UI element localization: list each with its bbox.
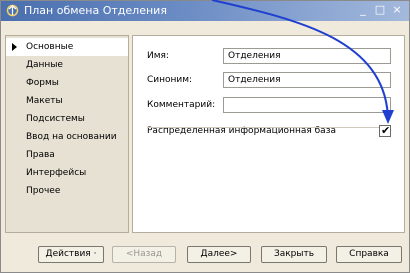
- exchange-plan-icon: [6, 4, 19, 17]
- comment-field[interactable]: [223, 97, 391, 113]
- nav-item-subsystems[interactable]: Подсистемы: [6, 110, 128, 128]
- synonym-field[interactable]: Отделения: [223, 72, 391, 88]
- nav-item-label: Прочее: [26, 186, 61, 196]
- title-bar[interactable]: План обмена Отделения _ □ ×: [1, 1, 409, 21]
- nav-item-label: Данные: [26, 60, 63, 70]
- nav-item-label: Макеты: [26, 96, 63, 106]
- close-window-button[interactable]: ×: [390, 3, 404, 17]
- checkmark-icon: ✔: [381, 124, 391, 137]
- nav-item-label: Интерфейсы: [26, 168, 87, 178]
- synonym-label: Синоним:: [147, 75, 193, 85]
- window-title: План обмена Отделения: [24, 4, 167, 17]
- main-properties-panel: Имя: Отделения Синоним: Отделения Коммен…: [132, 35, 405, 233]
- help-button[interactable]: Справка: [336, 246, 402, 263]
- nav-item-label: Основные: [26, 42, 74, 52]
- nav-item-label: Права: [26, 150, 55, 160]
- nav-item-label: Подсистемы: [26, 114, 85, 124]
- back-button[interactable]: <Назад: [112, 246, 176, 263]
- actions-button[interactable]: Действия ·: [38, 246, 104, 263]
- nav-item-forms[interactable]: Формы: [6, 74, 128, 92]
- nav-item-label: Формы: [26, 78, 59, 88]
- name-field[interactable]: Отделения: [223, 48, 391, 64]
- nav-panel: Основные Данные Формы Макеты Подсистемы …: [5, 35, 129, 233]
- next-button[interactable]: Далее>: [187, 246, 251, 263]
- close-button[interactable]: Закрыть: [261, 246, 327, 263]
- selected-arrow-icon: [12, 43, 17, 51]
- name-label: Имя:: [147, 51, 169, 61]
- nav-item-data[interactable]: Данные: [6, 56, 128, 74]
- distributed-infobase-checkbox[interactable]: ✔: [379, 124, 391, 137]
- comment-label: Комментарий:: [147, 100, 216, 110]
- nav-item-other[interactable]: Прочее: [6, 182, 128, 200]
- nav-item-interfaces[interactable]: Интерфейсы: [6, 164, 128, 182]
- separator-line: [147, 127, 391, 128]
- dialog-window: План обмена Отделения _ □ × Основные Дан…: [0, 0, 410, 273]
- maximize-button[interactable]: □: [373, 3, 387, 17]
- nav-item-main[interactable]: Основные: [6, 38, 128, 56]
- nav-item-input-based-on[interactable]: Ввод на основании: [6, 128, 128, 146]
- nav-item-label: Ввод на основании: [26, 132, 117, 142]
- nav-item-templates[interactable]: Макеты: [6, 92, 128, 110]
- nav-item-rights[interactable]: Права: [6, 146, 128, 164]
- minimize-button[interactable]: _: [356, 3, 370, 17]
